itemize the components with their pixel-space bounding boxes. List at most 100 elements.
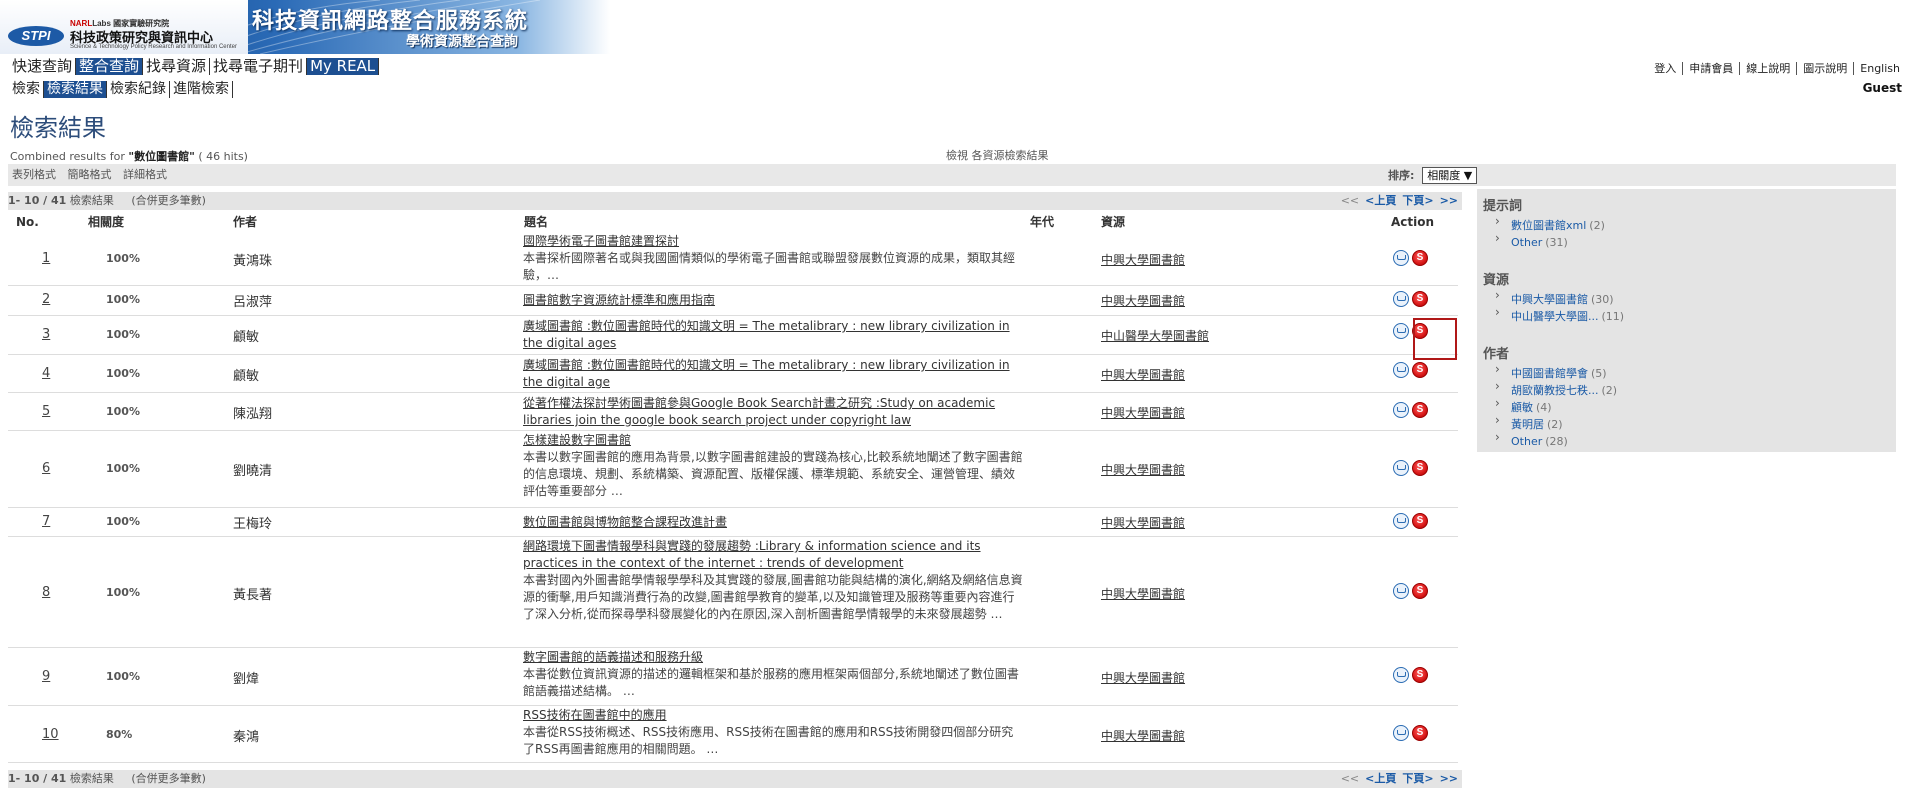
nav-integrated-search[interactable]: 整合查詢 [76, 58, 144, 75]
merge-more-link[interactable]: 合併更多筆數 [136, 772, 202, 785]
subnav-search[interactable]: 檢索 [10, 81, 44, 98]
sfx-link-icon[interactable] [1412, 667, 1428, 683]
row-title-link[interactable]: 廣域圖書館 :數位圖書館時代的知識文明 = The metalibrary : … [523, 319, 1010, 350]
subnav-history[interactable]: 檢索紀錄 [107, 81, 170, 98]
cart-icon[interactable] [1393, 513, 1409, 529]
facet-sidebar: 提示詞 數位圖書館xml(2) Other(31) 資源 中興大學圖書館(30)… [1477, 189, 1896, 452]
last-page-link[interactable]: >> [1440, 772, 1458, 785]
cart-icon[interactable] [1393, 583, 1409, 599]
row-source-link[interactable]: 中興大學圖書館 [1101, 585, 1185, 602]
next-page-link[interactable]: 下頁> [1402, 194, 1433, 207]
online-help-link[interactable]: 線上說明 [1739, 62, 1797, 75]
col-header-author[interactable]: 作者 [233, 213, 257, 231]
view-resource-results-link[interactable]: 各資源檢索結果 [972, 149, 1049, 162]
cart-icon[interactable] [1393, 460, 1409, 476]
row-title-link[interactable]: 數位圖書館與博物館整合課程改進計畫 [523, 515, 727, 529]
row-source-link[interactable]: 中興大學圖書館 [1101, 251, 1185, 268]
col-header-year[interactable]: 年代 [1030, 213, 1054, 231]
row-number[interactable]: 5 [42, 404, 50, 419]
row-title-link[interactable]: RSS技術在圖書館中的應用 [523, 708, 667, 722]
row-title-link[interactable]: 怎樣建設數字圖書館 [523, 433, 631, 447]
row-number[interactable]: 10 [42, 727, 59, 742]
row-actions [1393, 250, 1428, 266]
row-number[interactable]: 4 [42, 366, 50, 381]
row-number[interactable]: 9 [42, 669, 50, 684]
subnav-advanced[interactable]: 進階檢索 [170, 81, 233, 98]
merge-more-link[interactable]: 合併更多筆數 [136, 194, 202, 207]
sfx-link-icon[interactable] [1412, 725, 1428, 741]
prev-page-link[interactable]: <上頁 [1365, 772, 1396, 785]
col-header-source[interactable]: 資源 [1101, 213, 1125, 231]
row-title-link[interactable]: 數字圖書館的語義描述和服務升級 [523, 650, 703, 664]
row-number[interactable]: 2 [42, 292, 50, 307]
row-author: 王梅玲 [233, 517, 273, 532]
cart-icon[interactable] [1393, 250, 1409, 266]
facet-link[interactable]: Other [1511, 236, 1542, 249]
english-link[interactable]: English [1853, 62, 1906, 75]
first-page-link[interactable]: << [1341, 194, 1359, 207]
facet-link[interactable]: 中山醫學大學圖... [1511, 310, 1599, 323]
row-title-link[interactable]: 廣域圖書館 :數位圖書館時代的知識文明 = The metalibrary : … [523, 358, 1010, 389]
login-link[interactable]: 登入 [1648, 62, 1682, 75]
last-page-link[interactable]: >> [1440, 194, 1458, 207]
sort-select[interactable]: 相關度 ▼ [1422, 167, 1478, 184]
cart-icon[interactable] [1393, 667, 1409, 683]
facet-link[interactable]: 中國圖書館學會 [1511, 367, 1588, 380]
nav-my-real[interactable]: My REAL [307, 58, 380, 75]
facet-link[interactable]: 黃明居 [1511, 418, 1544, 431]
format-detail-link[interactable]: 詳細格式 [123, 168, 167, 181]
cart-icon[interactable] [1393, 323, 1409, 339]
row-number[interactable]: 8 [42, 585, 50, 600]
row-title-link[interactable]: 網路環境下圖書情報學科與實踐的發展趨勢 :Library & informati… [523, 539, 981, 570]
cart-icon[interactable] [1393, 291, 1409, 307]
sfx-link-icon[interactable] [1412, 402, 1428, 418]
col-header-title[interactable]: 題名 [524, 213, 548, 231]
row-source-link[interactable]: 中興大學圖書館 [1101, 366, 1185, 383]
sfx-link-icon[interactable] [1412, 513, 1428, 529]
facet-title: 作者 [1483, 347, 1510, 362]
cart-icon[interactable] [1393, 725, 1409, 741]
row-number[interactable]: 7 [42, 514, 50, 529]
facet-link[interactable]: 顧敏 [1511, 401, 1533, 414]
sfx-link-icon[interactable] [1412, 291, 1428, 307]
result-range: 1- 10 / 41 [8, 194, 67, 207]
row-source-link[interactable]: 中興大學圖書館 [1101, 514, 1185, 531]
prev-page-link[interactable]: <上頁 [1365, 194, 1396, 207]
format-brief-link[interactable]: 簡略格式 [68, 168, 112, 181]
subnav-results[interactable]: 檢索結果 [44, 81, 107, 98]
row-source-link[interactable]: 中興大學圖書館 [1101, 669, 1185, 686]
sfx-link-icon[interactable] [1412, 583, 1428, 599]
table-row: 10 80% 秦鴻 RSS技術在圖書館中的應用 本書從RSS技術概述、RSS技術應… [8, 707, 1458, 763]
logo-area[interactable]: STPI NARLLabs 國家實驗研究院 科技政策研究與資訊中心 Scienc… [0, 0, 248, 54]
register-link[interactable]: 申請會員 [1682, 62, 1740, 75]
nav-find-resources[interactable]: 找尋資源 [143, 58, 211, 75]
cart-icon[interactable] [1393, 402, 1409, 418]
facet-link[interactable]: 數位圖書館xml [1511, 219, 1586, 232]
row-source-link[interactable]: 中山醫學大學圖書館 [1101, 327, 1209, 344]
row-source-link[interactable]: 中興大學圖書館 [1101, 727, 1185, 744]
row-title-link[interactable]: 國際學術電子圖書館建置探討 [523, 234, 679, 248]
sfx-link-icon[interactable] [1412, 460, 1428, 476]
first-page-link[interactable]: << [1341, 772, 1359, 785]
row-number[interactable]: 1 [42, 251, 50, 266]
table-row: 2 100% 呂淑萍 圖書館數字資源統計標準和應用指南 中興大學圖書館 [8, 287, 1458, 316]
col-header-relevance[interactable]: 相關度 [88, 213, 124, 231]
row-source-link[interactable]: 中興大學圖書館 [1101, 461, 1185, 478]
facet-link[interactable]: Other [1511, 435, 1542, 448]
icon-legend-link[interactable]: 圖示說明 [1796, 62, 1854, 75]
sfx-link-icon[interactable] [1412, 250, 1428, 266]
sfx-link-icon[interactable] [1412, 362, 1428, 378]
next-page-link[interactable]: 下頁> [1402, 772, 1433, 785]
row-source-link[interactable]: 中興大學圖書館 [1101, 292, 1185, 309]
format-table-link[interactable]: 表列格式 [12, 168, 56, 181]
row-title-link[interactable]: 從著作權法探討學術圖書館參與Google Book Search計畫之研究 :S… [523, 396, 995, 427]
nav-quick-search[interactable]: 快速查詢 [10, 58, 77, 75]
facet-link[interactable]: 胡歐蘭教授七秩... [1511, 384, 1599, 397]
nav-find-ejournals[interactable]: 找尋電子期刊 [210, 58, 308, 75]
row-number[interactable]: 6 [42, 461, 50, 476]
row-title-link[interactable]: 圖書館數字資源統計標準和應用指南 [523, 293, 715, 307]
row-source-link[interactable]: 中興大學圖書館 [1101, 404, 1185, 421]
cart-icon[interactable] [1393, 362, 1409, 378]
row-number[interactable]: 3 [42, 327, 50, 342]
facet-link[interactable]: 中興大學圖書館 [1511, 293, 1588, 306]
